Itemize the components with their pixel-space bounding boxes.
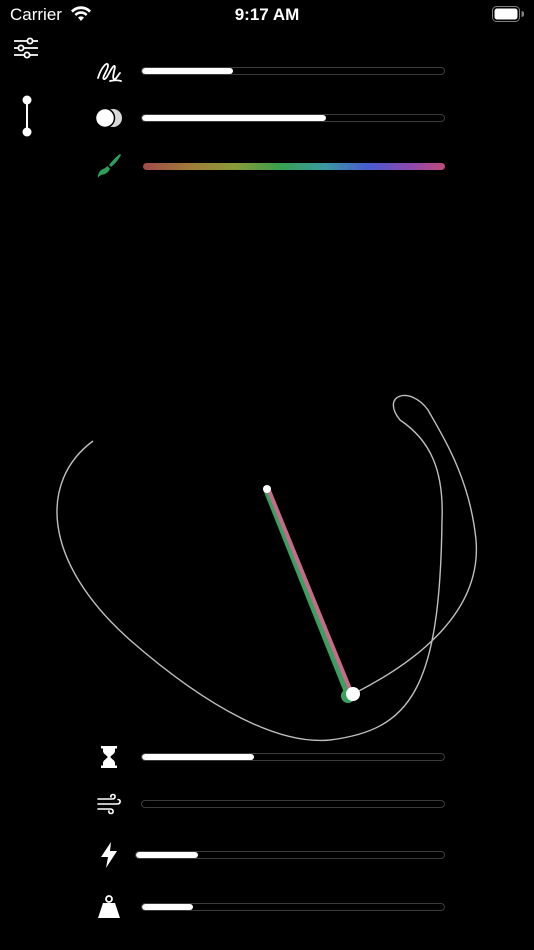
time-slider[interactable]: [141, 753, 445, 761]
energy-control: [90, 837, 450, 873]
wind-icon-wrap: [90, 786, 128, 822]
wind-icon: [97, 793, 121, 815]
opacity-slider[interactable]: [141, 114, 445, 122]
scribble-icon: [97, 63, 122, 82]
energy-slider[interactable]: [135, 851, 445, 859]
opacity-control: [90, 100, 450, 136]
opacity-fill: [142, 115, 327, 121]
clock: 9:17 AM: [234, 5, 300, 24]
battery-icon: [492, 6, 524, 22]
stroke-width-fill: [142, 68, 233, 74]
color-icon-wrap: [90, 148, 128, 184]
weight-icon: [98, 895, 120, 918]
time-fill: [142, 754, 254, 760]
pendulum-rod: [266, 486, 354, 696]
time-icon-wrap: [90, 739, 128, 775]
energy-fill: [136, 852, 198, 858]
pendulum-trail: [56, 394, 478, 742]
lightning-icon: [101, 842, 117, 868]
weight-slider[interactable]: [141, 903, 445, 911]
circles-icon: [94, 107, 122, 129]
time-control: [90, 739, 450, 775]
opacity-icon-wrap: [90, 100, 128, 136]
stroke-width-icon-wrap: [90, 53, 128, 89]
color-control: [90, 148, 450, 184]
pendulum-pivot[interactable]: [263, 485, 271, 493]
weight-fill: [142, 904, 194, 910]
stroke-width-control: [90, 53, 450, 89]
weight-icon-wrap: [90, 889, 128, 925]
pendulum-icon: [22, 95, 32, 137]
stroke-width-slider[interactable]: [141, 67, 445, 75]
energy-icon-wrap: [90, 837, 128, 873]
color-hue-slider[interactable]: [143, 163, 445, 170]
sliders-icon: [14, 37, 38, 59]
pendulum-bob-shadow: [341, 689, 355, 703]
status-bar: Carrier 9:17 AM: [0, 0, 534, 30]
weight-control: [90, 889, 450, 925]
paintbrush-icon: [97, 154, 121, 178]
pendulum-mode-button[interactable]: [12, 92, 42, 140]
wind-slider[interactable]: [141, 800, 445, 808]
settings-button[interactable]: [10, 34, 42, 62]
hourglass-icon: [101, 746, 117, 768]
pendulum-rod-shadow: [263, 486, 352, 700]
wind-control: [90, 786, 450, 822]
pendulum-bob[interactable]: [346, 687, 360, 701]
